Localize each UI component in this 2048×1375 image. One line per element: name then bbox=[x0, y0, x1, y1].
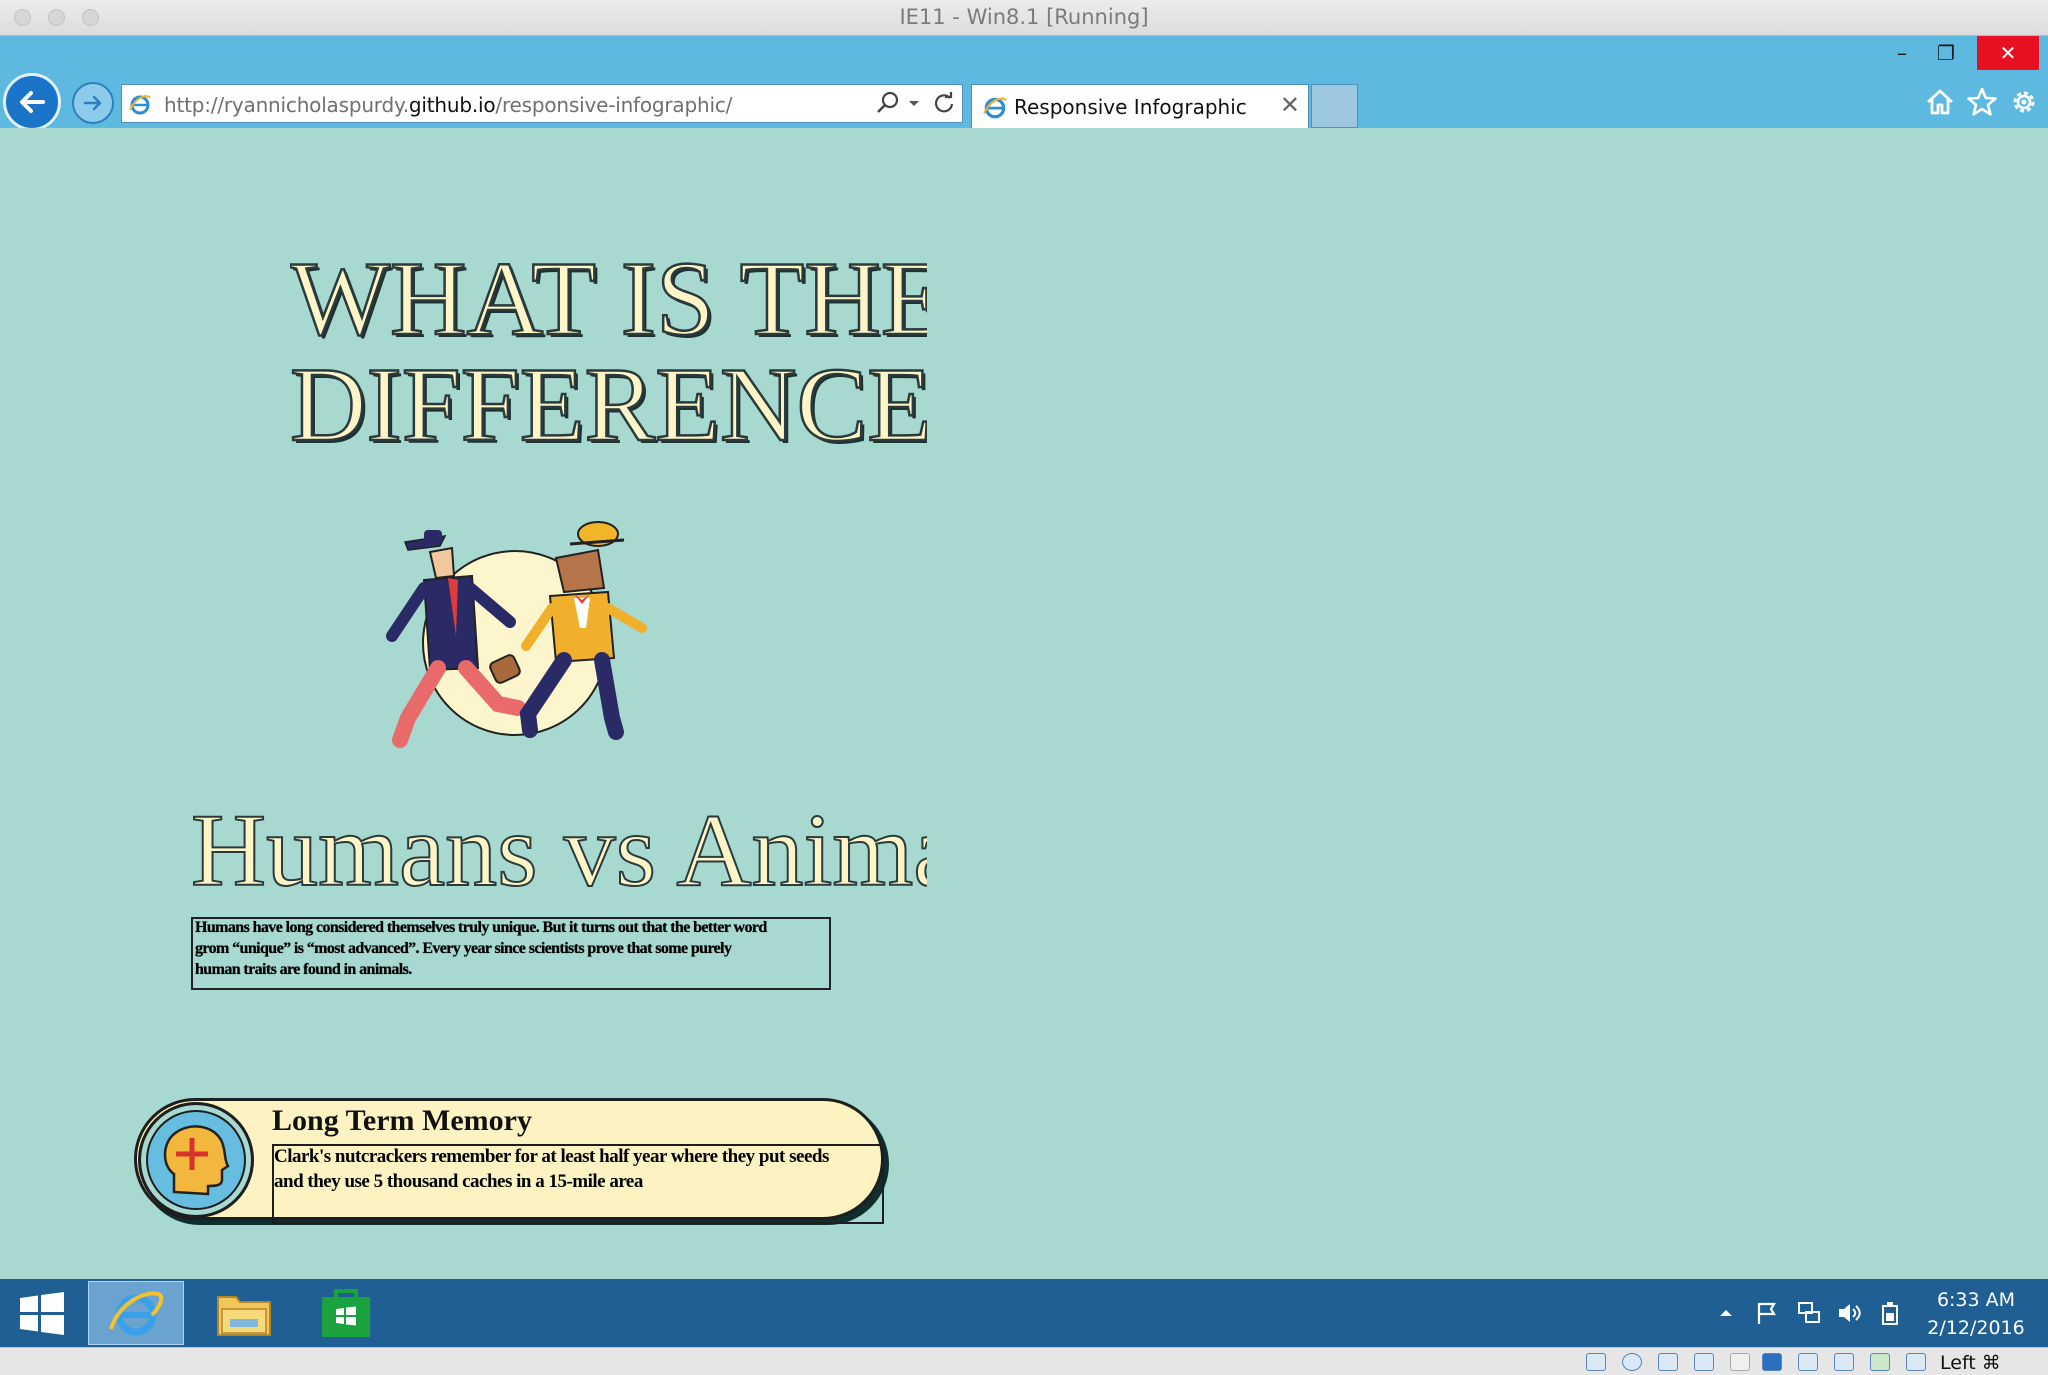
tab-responsive-infographic[interactable]: Responsive Infographic ✕ bbox=[971, 84, 1309, 128]
vbox-optical-drive-icon[interactable] bbox=[1622, 1353, 1642, 1371]
vbox-usb-icon[interactable] bbox=[1694, 1353, 1714, 1371]
host-key-label: Left ⌘ bbox=[1940, 1352, 2001, 1374]
internet-explorer-icon bbox=[109, 1291, 164, 1336]
vbox-shared-folder-icon[interactable] bbox=[1730, 1353, 1750, 1371]
forward-arrow-icon bbox=[83, 95, 102, 111]
taskbar-store[interactable] bbox=[300, 1281, 396, 1345]
forward-button[interactable] bbox=[72, 82, 114, 124]
dropdown-chevron-icon[interactable] bbox=[900, 89, 928, 117]
settings-gear-icon[interactable] bbox=[2008, 86, 2040, 118]
vbox-network-icon[interactable] bbox=[1798, 1353, 1818, 1371]
start-button[interactable] bbox=[0, 1281, 80, 1345]
taskbar-internet-explorer[interactable] bbox=[88, 1281, 184, 1345]
tab-close-icon[interactable]: ✕ bbox=[1280, 91, 1300, 119]
show-hidden-icons-chevron-icon[interactable] bbox=[1713, 1300, 1739, 1326]
human-vs-animal-illustration bbox=[386, 521, 647, 748]
ie-page-icon bbox=[129, 95, 151, 115]
url-suffix: /responsive-infographic/ bbox=[495, 93, 733, 117]
card-long-term-memory: Long Term Memory Clark's nutcrackers rem… bbox=[134, 1098, 890, 1226]
subheading: Humans vs Animals bbox=[190, 797, 927, 908]
address-url[interactable]: http://ryannicholaspurdy.github.io/respo… bbox=[164, 93, 732, 117]
start-icon bbox=[20, 1292, 64, 1335]
minimize-button[interactable]: – bbox=[1880, 36, 1924, 70]
ie-tab-icon bbox=[983, 97, 1007, 119]
url-prefix: http://ryannicholaspurdy. bbox=[164, 93, 409, 117]
home-icon[interactable] bbox=[1924, 86, 1956, 118]
headline: WHAT IS THE DIFFERENCE bbox=[290, 246, 927, 463]
host-window-title: IE11 - Win8.1 [Running] bbox=[899, 5, 1149, 29]
taskbar-file-explorer[interactable] bbox=[196, 1281, 292, 1345]
store-icon bbox=[322, 1289, 370, 1337]
card-body: Clark's nutcrackers remember for at leas… bbox=[274, 1146, 829, 1192]
vbox-hard-disk-icon[interactable] bbox=[1586, 1353, 1606, 1371]
vbox-cpu-icon[interactable] bbox=[1870, 1353, 1890, 1371]
restore-button[interactable]: ❐ bbox=[1924, 36, 1968, 70]
subheading-block: Humans vs Animals bbox=[188, 797, 927, 915]
vbox-display-icon[interactable] bbox=[1762, 1353, 1782, 1371]
headline-line-2: DIFFERENCE bbox=[290, 346, 927, 463]
favorites-star-icon[interactable] bbox=[1966, 86, 1998, 118]
vbox-capture-icon[interactable] bbox=[1834, 1353, 1854, 1371]
back-button[interactable] bbox=[3, 73, 61, 131]
volume-icon[interactable] bbox=[1836, 1300, 1862, 1326]
vbox-mouse-integration-icon[interactable] bbox=[1906, 1353, 1926, 1371]
network-icon[interactable] bbox=[1796, 1300, 1822, 1326]
back-arrow-icon bbox=[20, 91, 45, 113]
headline-block: WHAT IS THE DIFFERENCE bbox=[290, 246, 927, 468]
host-titlebar: IE11 - Win8.1 [Running] bbox=[0, 0, 2048, 36]
page-content: WHAT IS THE DIFFERENCE Humans vs Animals… bbox=[0, 128, 2048, 1279]
intro-box: Humans have long considered themselves t… bbox=[191, 917, 831, 990]
close-button[interactable]: ✕ bbox=[1977, 36, 2039, 70]
file-explorer-icon bbox=[217, 1296, 271, 1336]
new-tab-button[interactable] bbox=[1311, 84, 1358, 128]
taskbar-clock[interactable]: 6:33 AM 2/12/2016 bbox=[1916, 1286, 2036, 1342]
tab-title: Responsive Infographic bbox=[1014, 95, 1247, 119]
address-bar[interactable]: http://ryannicholaspurdy.github.io/respo… bbox=[121, 84, 963, 123]
clock-time: 6:33 AM bbox=[1936, 1289, 2016, 1311]
card-icon-circle bbox=[138, 1102, 254, 1218]
search-icon[interactable] bbox=[874, 89, 902, 117]
headline-line-1: WHAT IS THE bbox=[290, 246, 927, 357]
head-plus-icon bbox=[163, 1125, 230, 1196]
intro-text: Humans have long considered themselves t… bbox=[195, 919, 767, 978]
power-icon[interactable] bbox=[1877, 1300, 1903, 1326]
card-title: Long Term Memory bbox=[272, 1104, 532, 1137]
refresh-icon[interactable] bbox=[930, 89, 958, 117]
url-domain: github.io bbox=[408, 93, 496, 117]
vbox-audio-icon[interactable] bbox=[1658, 1353, 1678, 1371]
clock-date: 2/12/2016 bbox=[1927, 1317, 2025, 1339]
action-center-flag-icon[interactable] bbox=[1754, 1300, 1780, 1326]
